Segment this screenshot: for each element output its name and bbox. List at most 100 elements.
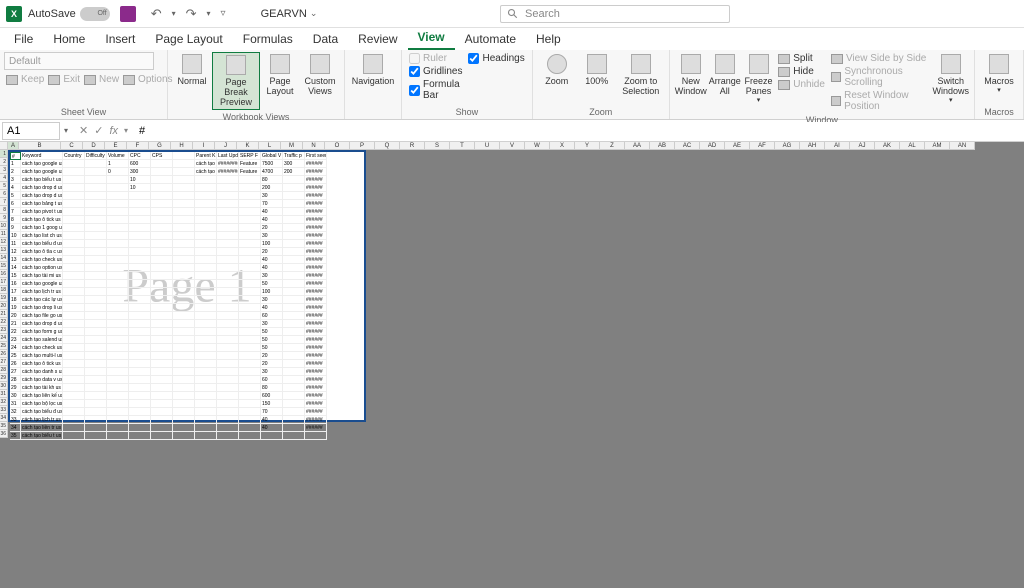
cell[interactable] bbox=[129, 208, 151, 216]
zoom-to-selection-button[interactable]: Zoom to Selection bbox=[617, 52, 665, 98]
cell[interactable] bbox=[151, 424, 173, 432]
cell[interactable]: ###### bbox=[305, 328, 327, 336]
cell[interactable]: ###### bbox=[305, 368, 327, 376]
cell[interactable]: 20 bbox=[10, 312, 21, 320]
cell[interactable]: 40 bbox=[261, 264, 283, 272]
cell[interactable] bbox=[239, 264, 261, 272]
col-header-AE[interactable]: AE bbox=[725, 142, 750, 150]
cell[interactable]: 30 bbox=[261, 296, 283, 304]
cell[interactable]: 28 bbox=[10, 376, 21, 384]
cell[interactable] bbox=[63, 168, 85, 176]
cell[interactable] bbox=[63, 344, 85, 352]
cell[interactable] bbox=[107, 288, 129, 296]
redo-chevron-icon[interactable]: ▾ bbox=[207, 9, 211, 18]
cell[interactable] bbox=[63, 296, 85, 304]
cell[interactable] bbox=[283, 248, 305, 256]
col-header-E[interactable]: E bbox=[105, 142, 127, 150]
cell[interactable]: Volume bbox=[107, 152, 129, 160]
cell[interactable] bbox=[283, 272, 305, 280]
cell[interactable] bbox=[195, 216, 217, 224]
cell[interactable] bbox=[107, 400, 129, 408]
cell[interactable]: cách tạo 1 goog us bbox=[21, 224, 63, 232]
col-header-AG[interactable]: AG bbox=[775, 142, 800, 150]
cell[interactable] bbox=[63, 320, 85, 328]
col-header-AK[interactable]: AK bbox=[875, 142, 900, 150]
cell[interactable] bbox=[151, 192, 173, 200]
cell[interactable] bbox=[217, 344, 239, 352]
cell[interactable]: Feature bbox=[239, 160, 261, 168]
cell[interactable] bbox=[85, 424, 107, 432]
col-header-O[interactable]: O bbox=[325, 142, 350, 150]
cell[interactable] bbox=[305, 432, 327, 440]
switch-windows-button[interactable]: Switch Windows▾ bbox=[931, 52, 970, 106]
cell[interactable] bbox=[173, 224, 195, 232]
cell[interactable]: 80 bbox=[261, 384, 283, 392]
cell[interactable] bbox=[85, 328, 107, 336]
row-header-8[interactable]: 8 bbox=[0, 206, 8, 214]
row-header-21[interactable]: 21 bbox=[0, 310, 8, 318]
cell[interactable] bbox=[195, 240, 217, 248]
cell[interactable]: 30 bbox=[261, 192, 283, 200]
cell[interactable] bbox=[63, 200, 85, 208]
table-row[interactable]: 3cách tạo biểu t us1080###### bbox=[10, 176, 327, 184]
cell[interactable] bbox=[107, 384, 129, 392]
formula-input[interactable] bbox=[135, 122, 1024, 140]
row-header-14[interactable]: 14 bbox=[0, 254, 8, 262]
cell[interactable] bbox=[151, 208, 173, 216]
cell[interactable] bbox=[129, 232, 151, 240]
cell[interactable] bbox=[173, 432, 195, 440]
cell[interactable] bbox=[195, 344, 217, 352]
col-header-AJ[interactable]: AJ bbox=[850, 142, 875, 150]
cell[interactable] bbox=[129, 320, 151, 328]
zoom-button[interactable]: Zoom bbox=[537, 52, 577, 88]
cell[interactable]: 8 bbox=[10, 216, 21, 224]
col-header-AI[interactable]: AI bbox=[825, 142, 850, 150]
cell[interactable]: Global V bbox=[261, 152, 283, 160]
cell[interactable] bbox=[63, 232, 85, 240]
row-header-15[interactable]: 15 bbox=[0, 262, 8, 270]
cell[interactable] bbox=[129, 200, 151, 208]
cell[interactable]: CPC bbox=[129, 152, 151, 160]
cell[interactable] bbox=[107, 232, 129, 240]
col-header-Y[interactable]: Y bbox=[575, 142, 600, 150]
qa-customize-icon[interactable]: ▿ bbox=[221, 8, 226, 19]
cell[interactable]: # bbox=[10, 152, 21, 160]
cell[interactable] bbox=[151, 256, 173, 264]
row-header-7[interactable]: 7 bbox=[0, 198, 8, 206]
cell[interactable]: ###### bbox=[305, 320, 327, 328]
cell[interactable] bbox=[151, 408, 173, 416]
cell[interactable]: ###### bbox=[305, 232, 327, 240]
cell[interactable] bbox=[283, 176, 305, 184]
col-header-P[interactable]: P bbox=[350, 142, 375, 150]
cell[interactable] bbox=[107, 352, 129, 360]
cell[interactable] bbox=[239, 408, 261, 416]
cell[interactable] bbox=[239, 256, 261, 264]
cell[interactable] bbox=[107, 184, 129, 192]
tab-automate[interactable]: Automate bbox=[455, 28, 526, 50]
cell[interactable]: 34 bbox=[10, 424, 21, 432]
cell[interactable] bbox=[173, 216, 195, 224]
table-row[interactable]: 23cách tạo salend us50###### bbox=[10, 336, 327, 344]
cell[interactable]: 2 bbox=[10, 168, 21, 176]
cell[interactable]: 1 bbox=[107, 160, 129, 168]
row-header-33[interactable]: 33 bbox=[0, 406, 8, 414]
cell[interactable]: cách tạo lịch tr us bbox=[21, 416, 63, 424]
cell[interactable] bbox=[173, 408, 195, 416]
cell[interactable]: cách tạo các lự us bbox=[21, 296, 63, 304]
cell[interactable] bbox=[85, 264, 107, 272]
zoom-100-button[interactable]: 100% bbox=[577, 52, 617, 88]
cell[interactable] bbox=[107, 192, 129, 200]
col-header-V[interactable]: V bbox=[500, 142, 525, 150]
cell[interactable] bbox=[85, 296, 107, 304]
col-header-M[interactable]: M bbox=[281, 142, 303, 150]
cell[interactable]: cách tạo google us bbox=[21, 160, 63, 168]
cell[interactable] bbox=[283, 368, 305, 376]
cell[interactable] bbox=[85, 392, 107, 400]
tab-home[interactable]: Home bbox=[43, 28, 95, 50]
cell[interactable] bbox=[151, 416, 173, 424]
cell[interactable] bbox=[239, 280, 261, 288]
cell[interactable] bbox=[63, 336, 85, 344]
cell[interactable] bbox=[107, 248, 129, 256]
cell[interactable]: 20 bbox=[261, 224, 283, 232]
col-header-B[interactable]: B bbox=[19, 142, 61, 150]
